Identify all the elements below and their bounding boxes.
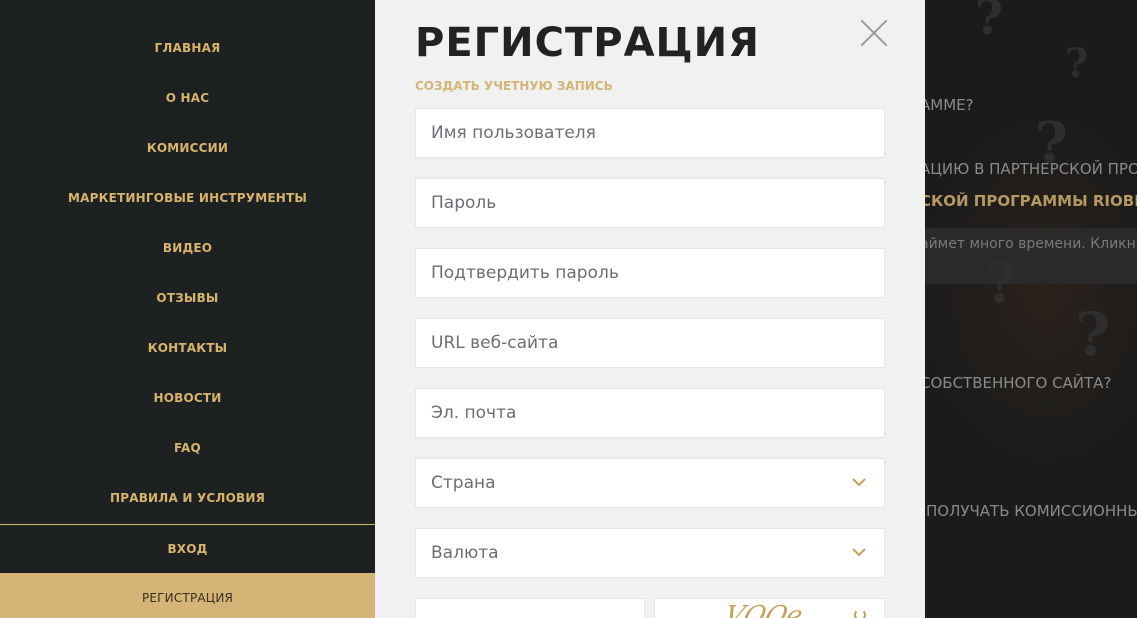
nav-item-video[interactable]: ВИДЕО	[0, 223, 375, 273]
nav-item-commissions[interactable]: КОМИССИИ	[0, 123, 375, 173]
confirm-password-input[interactable]	[416, 249, 884, 297]
currency-select[interactable]: Валюта	[415, 528, 885, 578]
refresh-icon[interactable]	[854, 609, 866, 618]
background-text: АММЕ?	[920, 96, 974, 114]
chevron-down-icon	[852, 478, 866, 487]
nav-item-register[interactable]: РЕГИСТРАЦИЯ	[0, 573, 375, 618]
nav-item-terms[interactable]: ПРАВИЛА И УСЛОВИЯ	[0, 473, 375, 523]
confirm-password-field-wrapper	[415, 248, 885, 298]
email-field-wrapper	[415, 388, 885, 438]
nav-item-marketing-tools[interactable]: МАРКЕТИНГОВЫЕ ИНСТРУМЕНТЫ	[0, 173, 375, 223]
background-link[interactable]: СКОЙ ПРОГРАММЫ RIOBET?	[920, 192, 1137, 210]
username-input[interactable]	[416, 109, 884, 157]
website-url-input[interactable]	[416, 319, 884, 367]
nav-item-contacts[interactable]: КОНТАКТЫ	[0, 323, 375, 373]
currency-select-label: Валюта	[431, 543, 499, 563]
nav-item-home[interactable]: ГЛАВНАЯ	[0, 23, 375, 73]
chevron-down-icon	[852, 548, 866, 557]
modal-title: РЕГИСТРАЦИЯ	[415, 20, 760, 66]
question-mark-decoration: ?	[1065, 40, 1089, 87]
close-icon[interactable]	[859, 18, 889, 48]
registration-modal: РЕГИСТРАЦИЯ СОЗДАТЬ УЧЕТНУЮ ЗАПИСЬ Стран…	[375, 0, 925, 618]
nav-item-faq[interactable]: FAQ	[0, 423, 375, 473]
background-text: АЦИЮ В ПАРТНЕРСКОЙ ПРОГ	[920, 160, 1137, 178]
nav-item-login[interactable]: ВХОД	[0, 525, 375, 573]
captcha-input-field[interactable]	[415, 598, 645, 618]
country-select[interactable]: Страна	[415, 458, 885, 508]
background-text: СОБСТВЕННОГО САЙТА?	[920, 374, 1112, 392]
password-field-wrapper	[415, 178, 885, 228]
modal-subtitle: СОЗДАТЬ УЧЕТНУЮ ЗАПИСЬ	[415, 79, 613, 93]
background-text: ПОЛУЧАТЬ КОМИССИОННЫ	[926, 502, 1137, 520]
country-select-label: Страна	[431, 473, 496, 493]
username-field-wrapper	[415, 108, 885, 158]
question-mark-decoration: ?	[975, 0, 1004, 46]
captcha-image: VQQe	[654, 598, 885, 618]
nav-item-about[interactable]: О НАС	[0, 73, 375, 123]
nav-item-news[interactable]: НОВОСТИ	[0, 373, 375, 423]
website-field-wrapper	[415, 318, 885, 368]
sidebar-nav: ГЛАВНАЯ О НАС КОМИССИИ МАРКЕТИНГОВЫЕ ИНС…	[0, 0, 375, 618]
captcha-text: VQQe	[720, 601, 806, 618]
nav-item-reviews[interactable]: ОТЗЫВЫ	[0, 273, 375, 323]
background-text: аймет много времени. Кликнит	[920, 236, 1137, 252]
question-mark-decoration: ?	[985, 250, 1018, 316]
email-input[interactable]	[416, 389, 884, 437]
password-input[interactable]	[416, 179, 884, 227]
question-mark-decoration: ?	[1075, 300, 1111, 370]
